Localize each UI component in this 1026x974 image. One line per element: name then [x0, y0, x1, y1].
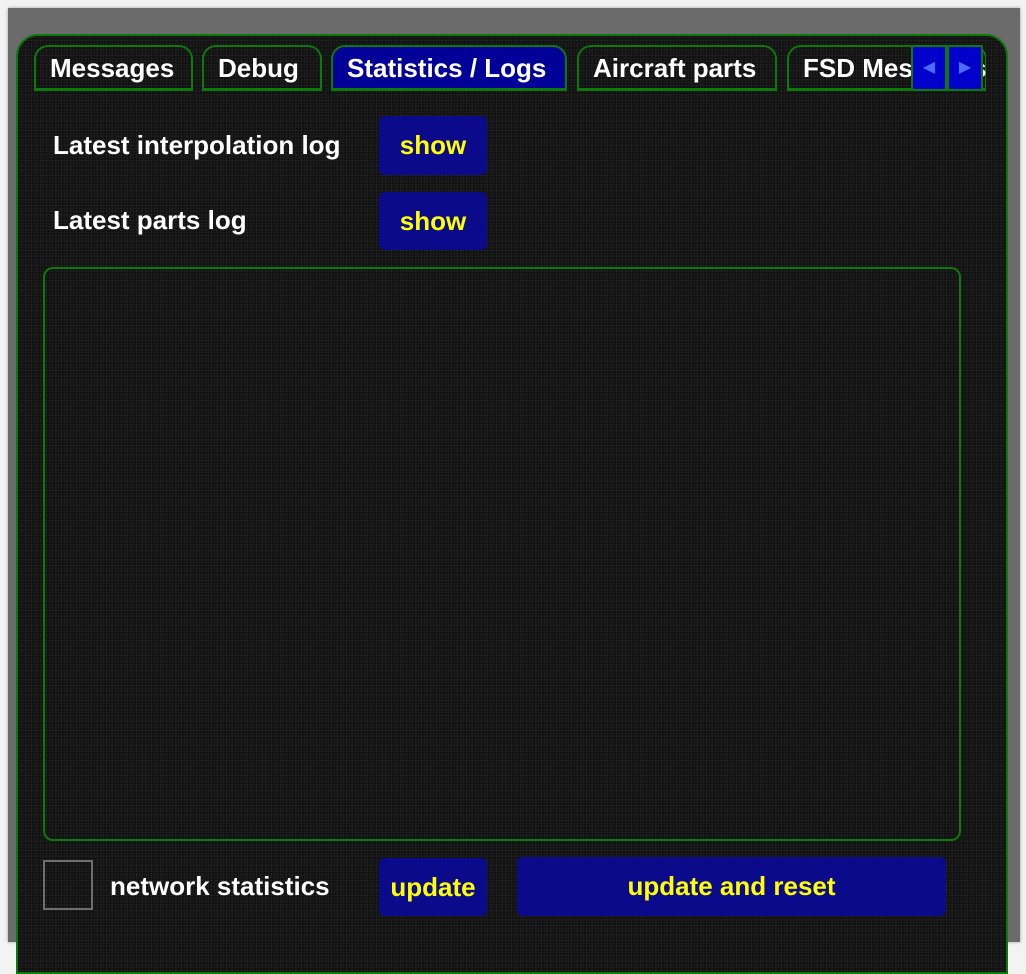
tab-bar: Messages Debug Statistics / Logs Aircraf…	[34, 45, 986, 92]
arrow-left-icon: ◀	[922, 59, 936, 76]
tab-scroll-right-button[interactable]: ▶	[947, 45, 983, 91]
network-statistics-label: network statistics	[110, 871, 330, 901]
update-and-reset-button[interactable]: update and reset	[517, 857, 946, 916]
log-output-area[interactable]	[43, 267, 961, 841]
tab-statistics-logs[interactable]: Statistics / Logs	[331, 45, 567, 91]
arrow-right-icon: ▶	[958, 59, 972, 76]
tab-messages[interactable]: Messages	[34, 45, 193, 91]
update-button[interactable]: update	[379, 858, 487, 916]
network-statistics-checkbox[interactable]	[43, 860, 93, 910]
interpolation-log-label: Latest interpolation log	[53, 130, 341, 160]
tab-aircraft-parts[interactable]: Aircraft parts	[577, 45, 777, 91]
tab-debug[interactable]: Debug	[202, 45, 322, 91]
tab-scroll-left-button[interactable]: ◀	[911, 45, 947, 91]
show-interpolation-log-button[interactable]: show	[379, 116, 487, 175]
parts-log-label: Latest parts log	[53, 205, 247, 235]
show-parts-log-button[interactable]: show	[379, 192, 487, 250]
